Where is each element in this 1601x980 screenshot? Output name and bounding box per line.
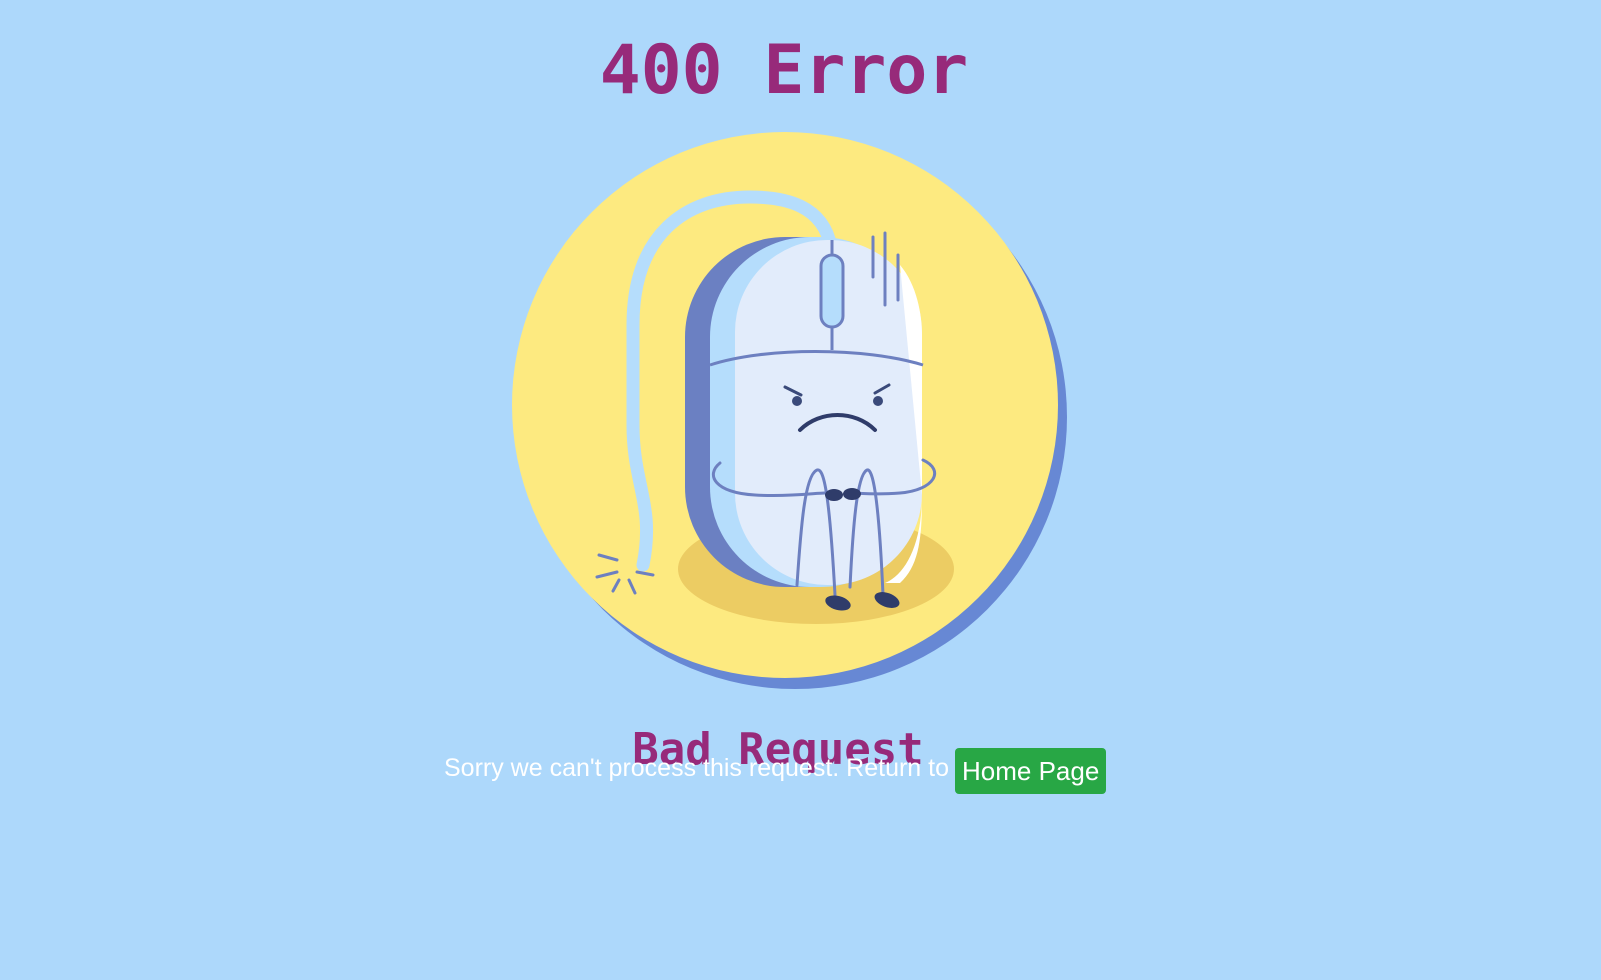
- error-page: 400 Error Bad Request Sorry we can't pro…: [0, 0, 1601, 980]
- message-row: Sorry we can't process this request. Ret…: [444, 748, 1107, 794]
- error-title: 400 Error: [599, 31, 969, 110]
- scroll-wheel: [819, 253, 845, 329]
- error-message: Sorry we can't process this request. Ret…: [444, 754, 949, 782]
- home-page-button[interactable]: Home Page: [955, 748, 1107, 794]
- sad-mouse-illustration: [505, 125, 1075, 700]
